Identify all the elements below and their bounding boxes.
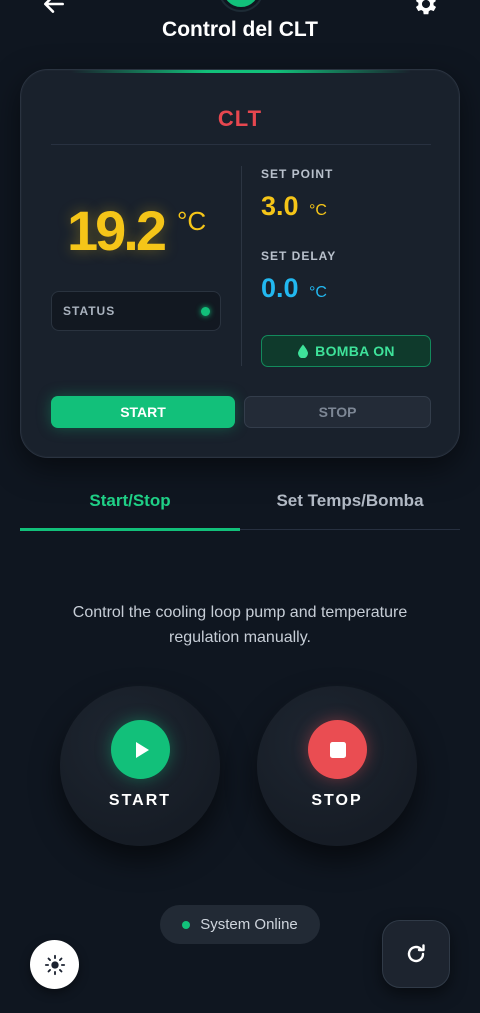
- connection-indicator: [220, 0, 262, 10]
- play-icon: [111, 720, 170, 779]
- card-vertical-divider: [241, 166, 242, 366]
- card-start-label: START: [120, 404, 166, 420]
- card-stop-button[interactable]: STOP: [244, 396, 431, 428]
- tab-set-temps-bomba[interactable]: Set Temps/Bomba: [240, 472, 460, 530]
- stop-label: STOP: [311, 792, 363, 809]
- settings-button[interactable]: [410, 0, 442, 20]
- set-delay-unit: °C: [309, 284, 327, 301]
- status-label: STATUS: [63, 304, 116, 318]
- refresh-icon: [407, 944, 425, 963]
- theme-toggle-button[interactable]: [30, 940, 79, 989]
- tab-set-temps-bomba-label: Set Temps/Bomba: [276, 491, 424, 510]
- bomba-status-button[interactable]: BOMBA ON: [261, 335, 431, 367]
- sun-icon: [44, 954, 65, 975]
- gear-icon: [415, 0, 437, 15]
- set-point-label: SET POINT: [261, 167, 334, 181]
- temperature-unit: °C: [177, 206, 207, 236]
- stop-button[interactable]: STOP: [257, 686, 417, 846]
- active-tab-indicator: [20, 528, 240, 531]
- online-label: System Online: [200, 916, 298, 933]
- card-divider: [51, 144, 431, 145]
- start-button[interactable]: START: [60, 686, 220, 846]
- page-title: Control del CLT: [162, 18, 318, 41]
- bomba-label: BOMBA ON: [315, 343, 395, 359]
- card-start-button[interactable]: START: [51, 396, 235, 428]
- tab-bar: Start/Stop Set Temps/Bomba: [20, 472, 460, 531]
- set-point-value: 3.0: [261, 191, 299, 221]
- refresh-button[interactable]: [382, 920, 450, 988]
- app-header: Control del CLT: [0, 0, 480, 60]
- set-delay-label: SET DELAY: [261, 249, 337, 263]
- temperature-value: 19.2: [67, 199, 167, 262]
- set-delay-value: 0.0: [261, 273, 299, 303]
- arrow-left-icon: [44, 0, 64, 13]
- status-led-icon: [201, 307, 210, 316]
- control-description: Control the cooling loop pump and temper…: [72, 604, 408, 646]
- set-point-unit: °C: [309, 202, 327, 219]
- card-accent-line: [71, 70, 411, 73]
- stop-square-icon: [308, 720, 367, 779]
- tab-start-stop-label: Start/Stop: [89, 491, 171, 510]
- system-online-badge: System Online: [160, 905, 320, 944]
- status-indicator: STATUS: [51, 291, 221, 331]
- water-drop-icon: [298, 344, 309, 358]
- card-title: CLT: [217, 106, 263, 131]
- card-stop-label: STOP: [318, 404, 357, 420]
- tab-start-stop[interactable]: Start/Stop: [20, 472, 240, 531]
- back-button[interactable]: [38, 0, 70, 20]
- start-label: START: [108, 792, 172, 809]
- clt-status-card: CLT 19.2 °C STATUS SET POINT 3.0 °C SET …: [20, 69, 460, 458]
- online-dot-icon: [182, 920, 191, 929]
